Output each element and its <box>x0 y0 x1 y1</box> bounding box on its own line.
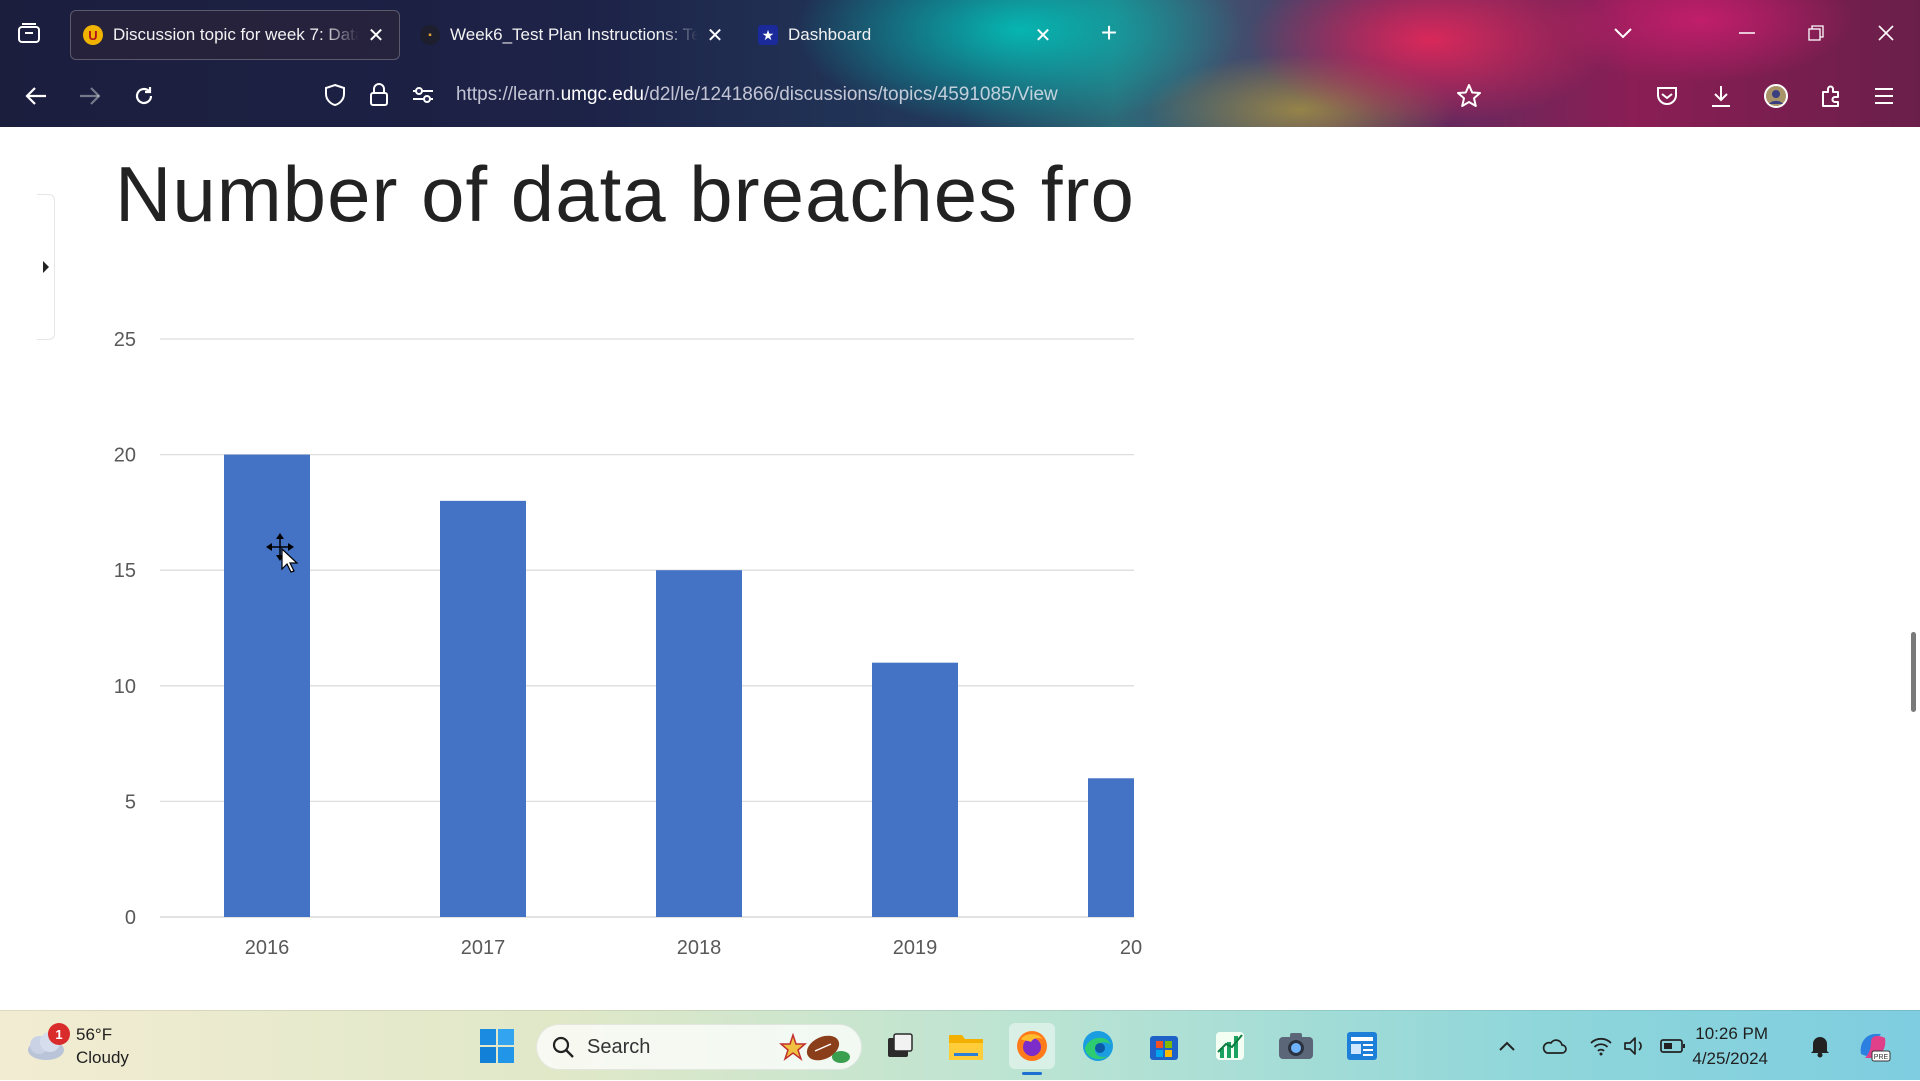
system-tray: 10:26 PM 4/25/2024 PRE <box>0 1011 1920 1081</box>
y-tick-label: 10 <box>114 676 136 698</box>
account-button[interactable] <box>1758 78 1794 114</box>
tracking-protection-shield-icon[interactable] <box>320 80 350 110</box>
vertical-scrollbar-thumb[interactable] <box>1911 632 1916 712</box>
tab-discussion[interactable]: U Discussion topic for week 7: Data ✕ <box>70 10 400 60</box>
y-tick-label: 5 <box>125 791 136 813</box>
svg-text:PRE: PRE <box>1874 1054 1889 1061</box>
reload-icon <box>135 87 153 105</box>
show-hidden-icons-button[interactable] <box>1494 1033 1520 1059</box>
url-text[interactable]: https://learn.umgc.edu/d2l/le/1241866/di… <box>456 84 1058 106</box>
x-tick-label: 20 <box>1120 937 1142 959</box>
clock-time: 10:26 PM <box>1695 1024 1768 1043</box>
volume-button[interactable] <box>1622 1033 1648 1059</box>
bar-2018 <box>656 570 742 917</box>
app-menu-button[interactable] <box>1866 78 1902 114</box>
bar-2016 <box>224 454 310 917</box>
minimize-button[interactable] <box>1727 16 1767 50</box>
bar-20 <box>1088 778 1134 917</box>
wifi-icon <box>1590 1037 1612 1056</box>
restore-icon <box>1808 25 1824 41</box>
tab-title: Discussion topic for week 7: Data <box>113 25 359 44</box>
close-tab-icon[interactable]: ✕ <box>1032 24 1054 47</box>
y-axis-ticks: 0 5 10 15 20 25 <box>114 329 136 929</box>
caret-right-icon <box>42 261 49 273</box>
url-path: /d2l/le/1241866/discussions/topics/45910… <box>644 84 1058 105</box>
pocket-icon <box>1657 87 1677 105</box>
downloads-button[interactable] <box>1703 78 1739 114</box>
list-all-tabs-button[interactable] <box>1603 16 1643 50</box>
extensions-button[interactable] <box>1813 78 1849 114</box>
tab-strip: U Discussion topic for week 7: Data ✕ ▪ … <box>0 0 1920 64</box>
x-axis-ticks: 2016 2017 2018 2019 20 <box>245 937 1142 959</box>
tab-list-button[interactable] <box>14 18 44 48</box>
chevron-down-icon <box>1614 28 1632 39</box>
url-prefix: https://learn. <box>456 84 561 105</box>
bar-chart: 0 5 10 15 20 25 2016 2017 2018 2019 20 <box>114 329 1142 959</box>
back-button[interactable] <box>18 78 54 114</box>
tab-title: Dashboard <box>788 25 872 44</box>
navigation-toolbar: https://learn.umgc.edu/d2l/le/1241866/di… <box>0 64 1920 127</box>
clock-date: 4/25/2024 <box>1692 1049 1768 1068</box>
y-tick-label: 15 <box>114 560 136 582</box>
browser-chrome: U Discussion topic for week 7: Data ✕ ▪ … <box>0 0 1920 127</box>
download-icon <box>1712 86 1730 107</box>
y-tick-label: 20 <box>114 445 136 467</box>
restore-button[interactable] <box>1796 16 1836 50</box>
bell-icon <box>1811 1037 1829 1058</box>
chart-heading: Number of data breaches from <box>115 150 1135 238</box>
star-favicon: ★ <box>758 25 778 45</box>
tab-test-plan[interactable]: ▪ Week6_Test Plan Instructions: Test ✕ <box>408 10 738 60</box>
back-arrow-icon <box>25 87 46 105</box>
tab-overview-icon <box>18 23 40 43</box>
chevron-up-icon <box>1499 1041 1515 1051</box>
y-tick-label: 25 <box>114 329 136 351</box>
lock-icon[interactable] <box>364 80 394 110</box>
minimize-icon <box>1739 32 1755 34</box>
x-tick-label: 2018 <box>677 937 722 959</box>
onedrive-button[interactable] <box>1541 1033 1567 1059</box>
new-tab-button[interactable]: + <box>1089 16 1129 50</box>
copilot-icon: PRE <box>1860 1034 1891 1062</box>
pocket-button[interactable] <box>1649 78 1685 114</box>
puzzle-piece-icon <box>1822 85 1839 107</box>
account-avatar-icon <box>1764 84 1788 108</box>
x-tick-label: 2017 <box>461 937 506 959</box>
speaker-icon <box>1624 1037 1642 1055</box>
page-content: Number of data breaches from 0 5 10 15 20 25 … <box>0 127 1920 1010</box>
sidebar-toggle[interactable] <box>37 194 55 340</box>
forward-button[interactable] <box>72 78 108 114</box>
close-icon <box>1878 25 1894 41</box>
star-outline-icon <box>1457 84 1481 107</box>
bar-2019 <box>872 662 958 917</box>
tab-title: Week6_Test Plan Instructions: Test <box>450 25 698 44</box>
onedrive-cloud-icon <box>1542 1039 1567 1054</box>
close-tab-icon[interactable]: ✕ <box>704 24 726 47</box>
doc-favicon: ▪ <box>420 25 440 45</box>
tab-dashboard[interactable]: ★ Dashboard ✕ <box>746 10 1066 60</box>
close-window-button[interactable] <box>1866 16 1906 50</box>
notifications-button[interactable] <box>1807 1033 1833 1059</box>
x-tick-label: 2019 <box>893 937 938 959</box>
forward-arrow-icon <box>80 87 101 105</box>
battery-icon <box>1660 1039 1685 1053</box>
hamburger-menu-icon <box>1875 88 1893 104</box>
wifi-button[interactable] <box>1588 1033 1614 1059</box>
umgc-favicon: U <box>83 25 103 45</box>
reload-button[interactable] <box>126 78 162 114</box>
close-tab-icon[interactable]: ✕ <box>365 24 387 47</box>
bookmark-star-button[interactable] <box>1451 78 1487 114</box>
copilot-button[interactable]: PRE <box>1855 1028 1891 1064</box>
y-tick-label: 0 <box>125 907 136 929</box>
url-host: umgc.edu <box>560 84 645 105</box>
battery-button[interactable] <box>1660 1033 1686 1059</box>
bar-2017 <box>440 500 526 917</box>
site-permissions-icon[interactable] <box>408 80 438 110</box>
url-bar[interactable]: https://learn.umgc.edu/d2l/le/1241866/di… <box>320 72 1160 118</box>
windows-taskbar: 1 56°F Cloudy Search 10:26 PM 4/25/2024 … <box>0 1010 1920 1080</box>
taskbar-clock[interactable]: 10:26 PM 4/25/2024 <box>1688 1021 1768 1071</box>
x-tick-label: 2016 <box>245 937 290 959</box>
